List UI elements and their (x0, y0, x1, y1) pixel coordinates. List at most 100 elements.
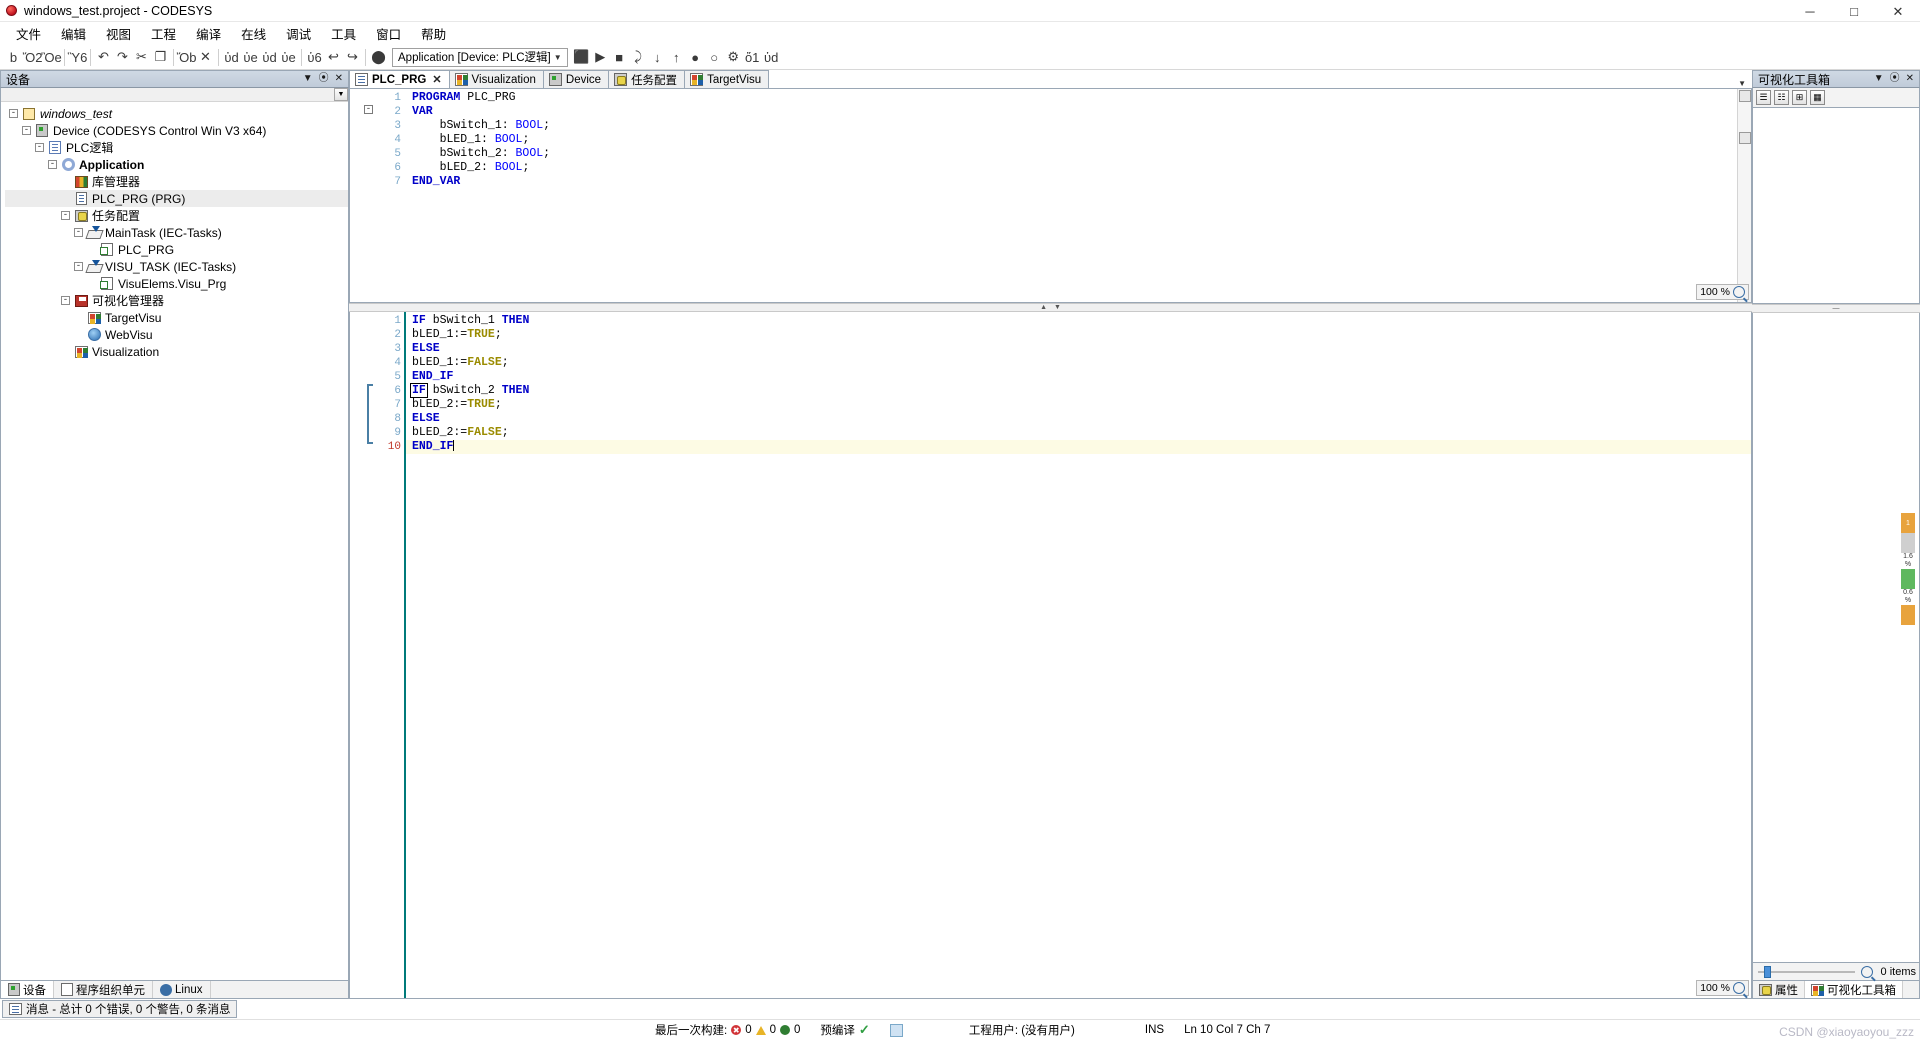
code-line[interactable]: bSwitch_1: BOOL; (404, 119, 1751, 133)
code-line[interactable]: bLED_1:=TRUE; (404, 328, 1751, 342)
devices-menu-icon[interactable]: ▼ (303, 74, 313, 84)
tree-item-3[interactable]: - Application (5, 156, 348, 173)
list-view-icon[interactable]: ☰ (1756, 90, 1771, 105)
tree-item-4[interactable]: 库管理器 (5, 173, 348, 190)
code-line[interactable]: ELSE (404, 342, 1751, 356)
toolbox-categories-list[interactable] (1752, 108, 1920, 304)
category-view-icon[interactable]: ▦ (1810, 90, 1825, 105)
toolbox-splitter-handle-icon[interactable]: — (1833, 305, 1840, 312)
redo-icon[interactable]: ↷ (113, 47, 132, 68)
left-tab-程序组织单元[interactable]: 程序组织单元 (54, 981, 153, 998)
save-icon[interactable]: Ὃe (42, 47, 61, 68)
tree-item-7[interactable]: - MainTask (IEC-Tasks) (5, 224, 348, 241)
declaration-code[interactable]: PROGRAM PLC_PRG VAR bSwitch_1: BOOL; bLED… (404, 89, 1751, 302)
code-line[interactable]: VAR (404, 105, 1751, 119)
toggle-bp-icon[interactable]: ○ (705, 47, 724, 68)
code-line[interactable]: END_VAR (404, 175, 1751, 189)
tree-expander-icon[interactable]: - (61, 211, 70, 220)
code-line[interactable]: END_IF (404, 370, 1751, 384)
devices-pin-icon[interactable]: ⦿ (319, 74, 329, 84)
toolbox-items-list[interactable]: 1 1.6 % 0.6 % (1752, 313, 1920, 963)
code-line[interactable]: bLED_2: BOOL; (404, 161, 1751, 175)
prev-bookmark-icon[interactable]: ↩ (324, 47, 343, 68)
code-line[interactable]: END_IF (404, 440, 1751, 454)
editor-tab-Device[interactable]: Device (543, 70, 609, 88)
implementation-editor[interactable]: 1 2 3 4 5 6 7 8 9 10 IF bSwitch_1 THEN bLED_1:=TRU… (349, 312, 1752, 999)
menu-item-5[interactable]: 在线 (231, 21, 276, 46)
menu-item-6[interactable]: 调试 (276, 21, 321, 46)
tree-expander-icon[interactable]: - (22, 126, 31, 135)
tree-scroll-bar[interactable]: ▼ (1, 88, 348, 102)
application-selector[interactable]: Application [Device: PLC逻辑] ▼ (392, 48, 568, 67)
toolbox-menu-icon[interactable]: ▼ (1874, 74, 1884, 84)
tree-expander-icon[interactable]: - (9, 109, 18, 118)
tree-item-6[interactable]: - 任务配置 (5, 207, 348, 224)
menu-item-1[interactable]: 编辑 (51, 21, 96, 46)
open-project-icon[interactable]: Ὄ2 (23, 47, 42, 68)
menu-item-3[interactable]: 工程 (141, 21, 186, 46)
declaration-zoom-badge[interactable]: 100 % (1696, 284, 1749, 300)
editor-tab-TargetVisu[interactable]: TargetVisu (684, 70, 769, 88)
messages-tab[interactable]: 消息 - 总计 0 个错误, 0 个警告, 0 条消息 (2, 1000, 237, 1018)
find-prev-icon[interactable]: ὐd (260, 47, 279, 68)
code-line[interactable]: bLED_2:=FALSE; (404, 426, 1751, 440)
toolbox-zoom-slider[interactable] (1756, 966, 1857, 978)
tree-expander-icon[interactable]: - (74, 228, 83, 237)
watch-icon[interactable]: ὄ1 (743, 47, 762, 68)
code-line[interactable]: bLED_1: BOOL; (404, 133, 1751, 147)
login-icon[interactable]: ⬤ (369, 47, 388, 68)
delete-icon[interactable]: ✕ (196, 47, 215, 68)
declaration-scrollbar[interactable] (1737, 89, 1751, 302)
code-line[interactable]: IF bSwitch_2 THEN (404, 384, 1751, 398)
tree-item-11[interactable]: - 可视化管理器 (5, 292, 348, 309)
menu-item-4[interactable]: 编译 (186, 21, 231, 46)
toolbox-pin-icon[interactable]: ⦿ (1890, 74, 1900, 84)
new-project-icon[interactable]: ὜b (4, 47, 23, 68)
tree-expander-icon[interactable]: - (48, 160, 57, 169)
code-line[interactable]: IF bSwitch_1 THEN (404, 314, 1751, 328)
right-tab-属性[interactable]: 属性 (1753, 981, 1805, 998)
copy-icon[interactable]: ❐ (151, 47, 170, 68)
declaration-zoom-icon[interactable] (1733, 286, 1745, 298)
left-tab-Linux[interactable]: Linux (153, 981, 211, 998)
tree-item-8[interactable]: PLC_PRG (5, 241, 348, 258)
logout-icon[interactable]: ⬛ (572, 47, 591, 68)
tree-scroll-down-icon[interactable]: ▼ (334, 88, 348, 101)
cut-icon[interactable]: ✂ (132, 47, 151, 68)
toolbox-slider-thumb[interactable] (1764, 966, 1771, 978)
code-line[interactable]: bSwitch_2: BOOL; (404, 147, 1751, 161)
tree-item-5[interactable]: PLC_PRG (PRG) (5, 190, 348, 207)
step-into-icon[interactable]: ↓ (648, 47, 667, 68)
tree-item-12[interactable]: TargetVisu (5, 309, 348, 326)
menu-item-9[interactable]: 帮助 (411, 21, 456, 46)
find-next-icon[interactable]: ὐe (241, 47, 260, 68)
tree-item-10[interactable]: VisuElems.Visu_Prg (5, 275, 348, 292)
zoom-tool-icon[interactable]: ὐd (762, 47, 781, 68)
implementation-code[interactable]: IF bSwitch_1 THEN bLED_1:=TRUE; ELSE bLED_1… (404, 312, 1751, 998)
code-line[interactable]: bLED_2:=TRUE; (404, 398, 1751, 412)
tree-expander-icon[interactable]: - (74, 262, 83, 271)
replace-icon[interactable]: ὐe (279, 47, 298, 68)
left-tab-设备[interactable]: 设备 (1, 981, 54, 998)
tabstrip-dropdown-icon[interactable]: ▼ (1732, 79, 1752, 88)
next-bookmark-icon[interactable]: ↪ (343, 47, 362, 68)
tree-item-1[interactable]: - Device (CODESYS Control Win V3 x64) (5, 122, 348, 139)
step-out-icon[interactable]: ↑ (667, 47, 686, 68)
editor-tab-Visualization[interactable]: Visualization (449, 70, 544, 88)
tree-item-13[interactable]: WebVisu (5, 326, 348, 343)
editor-tab-close-icon[interactable]: ✕ (432, 73, 441, 86)
editor-tab-PLC_PRG[interactable]: PLC_PRG ✕ (349, 70, 450, 88)
start-icon[interactable]: ▶ (591, 47, 610, 68)
build-icon[interactable]: ⚙ (724, 47, 743, 68)
tree-expander-icon[interactable]: - (61, 296, 70, 305)
menu-item-8[interactable]: 窗口 (366, 21, 411, 46)
splitter-down-icon[interactable]: ▼ (1054, 304, 1061, 311)
declaration-editor[interactable]: - 1234567 PROGRAM PLC_PRG VAR bSwitch_1: … (349, 89, 1752, 303)
tree-item-2[interactable]: - PLC逻辑 (5, 139, 348, 156)
chevron-down-icon[interactable]: ▼ (551, 53, 565, 62)
toolbox-search-icon[interactable] (1861, 966, 1873, 978)
print-icon[interactable]: Ὓ6 (68, 47, 87, 68)
tree-item-0[interactable]: - windows_test (5, 105, 348, 122)
toolbox-close-icon[interactable]: ✕ (1906, 74, 1914, 84)
stop-icon[interactable]: ■ (610, 47, 629, 68)
